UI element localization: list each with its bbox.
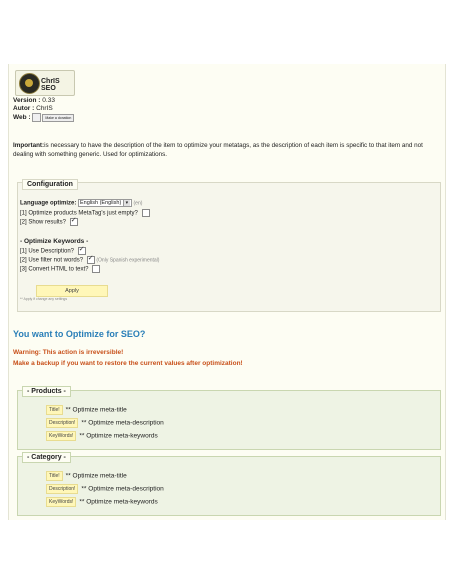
apply-button[interactable]: Apply: [36, 285, 108, 297]
products-keywords-label: ** Optimize meta-keywords: [79, 432, 158, 440]
configuration-fieldset: Configuration Language optimize: English…: [17, 179, 441, 312]
donate-button[interactable]: Make a donation: [42, 113, 75, 122]
keyword-html-row: [3] Convert HTML to text?: [20, 265, 101, 273]
web-link-icon: [32, 113, 42, 122]
web-line: Web : Make a donation: [13, 113, 75, 122]
keyword-description-checkbox[interactable]: [77, 245, 86, 255]
products-fieldset: - Products - Title! ** Optimize meta-titl…: [17, 386, 441, 450]
option-empty-row: [1] Optimize products MetaTag's just emp…: [20, 209, 150, 217]
important-note: Important:is necessary to have the descr…: [13, 141, 441, 159]
category-description-label: ** Optimize meta-description: [81, 485, 164, 493]
logo-emblem-icon: [19, 73, 40, 94]
products-description-row: Description! ** Optimize meta-description: [46, 418, 164, 428]
keyword-filter-label: [2] Use filter not words?: [20, 257, 84, 264]
option-results-checkbox[interactable]: [69, 216, 78, 226]
language-row: Language optimize: English (English) ▾ (…: [20, 199, 142, 207]
version-value: 0.33: [42, 97, 55, 104]
keyword-html-checkbox[interactable]: [92, 265, 101, 273]
author-line: Autor : ChrIS: [13, 105, 53, 112]
keyword-filter-hint: (Only Spanish experimental): [96, 257, 160, 264]
category-keywords-label: ** Optimize meta-keywords: [79, 498, 158, 506]
products-description-label: ** Optimize meta-description: [81, 419, 164, 427]
logo-title: ChrIS SEO: [41, 78, 60, 92]
backup-text: Make a backup if you want to restore the…: [13, 360, 243, 367]
apply-note: ** Apply if change any settings: [20, 297, 68, 301]
seo-heading: You want to Optimize for SEO?: [13, 329, 146, 339]
category-title-row: Title! ** Optimize meta-title: [46, 471, 127, 481]
warning-text: Warning: This action is irreversible!: [13, 349, 124, 356]
category-keywords-row: KeyWords! ** Optimize meta-keywords: [46, 497, 158, 507]
category-title-button[interactable]: Title!: [46, 471, 63, 481]
configuration-legend: Configuration: [22, 179, 78, 190]
module-logo: ChrIS SEO: [15, 70, 75, 96]
products-legend: - Products -: [22, 386, 71, 397]
keyword-html-label: [3] Convert HTML to text?: [20, 266, 89, 273]
important-text: is necessary to have the description of …: [13, 142, 423, 158]
keyword-filter-checkbox[interactable]: [86, 254, 95, 264]
option-results-row: [2] Show results?: [20, 216, 78, 226]
category-fieldset: - Category - Title! ** Optimize meta-titl…: [17, 452, 441, 516]
author-label: Autor :: [13, 105, 35, 112]
products-description-button[interactable]: Description!: [46, 418, 79, 428]
category-legend: - Category -: [22, 452, 71, 463]
category-title-label: ** Optimize meta-title: [65, 472, 127, 480]
keyword-description-row: [1] Use Description?: [20, 245, 86, 255]
language-label: Language optimize:: [20, 200, 77, 207]
version-label: Version :: [13, 97, 41, 104]
language-select[interactable]: English (English) ▾: [78, 199, 132, 207]
option-results-label: [2] Show results?: [20, 219, 67, 226]
web-link[interactable]: Make a donation: [32, 113, 75, 122]
products-title-label: ** Optimize meta-title: [65, 406, 127, 414]
category-description-button[interactable]: Description!: [46, 484, 79, 494]
module-page: ChrIS SEO Version : 0.33 Autor : ChrIS W…: [8, 64, 446, 520]
keywords-header: - Optimize Keywords -: [20, 238, 89, 245]
version-line: Version : 0.33: [13, 97, 55, 104]
keyword-filter-row: [2] Use filter not words? (Only Spanish …: [20, 254, 160, 264]
products-keywords-row: KeyWords! ** Optimize meta-keywords: [46, 431, 158, 441]
language-hint: (en): [133, 200, 143, 207]
products-title-button[interactable]: Title!: [46, 405, 63, 415]
keyword-description-label: [1] Use Description?: [20, 248, 75, 255]
author-value: ChrIS: [36, 105, 53, 112]
important-label: Important:: [13, 142, 45, 149]
products-keywords-button[interactable]: KeyWords!: [46, 431, 77, 441]
products-title-row: Title! ** Optimize meta-title: [46, 405, 127, 415]
web-label: Web :: [13, 114, 31, 122]
option-empty-checkbox[interactable]: [141, 209, 150, 217]
category-keywords-button[interactable]: KeyWords!: [46, 497, 77, 507]
language-select-value: English (English): [80, 200, 122, 206]
option-empty-label: [1] Optimize products MetaTag's just emp…: [20, 210, 138, 217]
chevron-down-icon: ▾: [122, 200, 130, 206]
category-description-row: Description! ** Optimize meta-description: [46, 484, 164, 494]
